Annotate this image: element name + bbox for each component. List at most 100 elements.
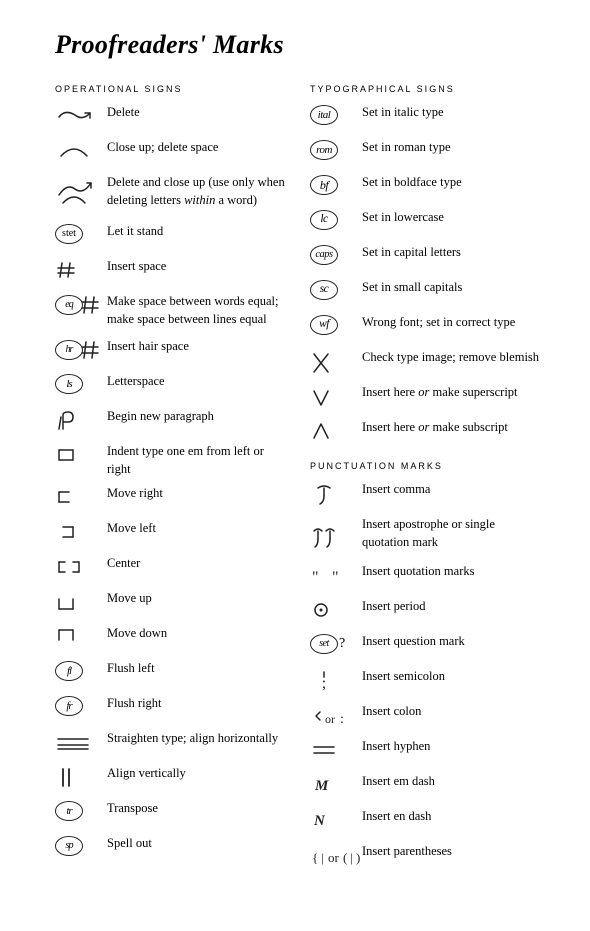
- bf-symbol: bf: [310, 174, 362, 195]
- checkx-label: Check type image; remove blemish: [362, 349, 539, 367]
- center-label: Center: [107, 555, 140, 573]
- period-label: Insert period: [362, 598, 426, 616]
- list-item: caps Set in capital letters: [310, 244, 545, 272]
- center-symbol: [55, 555, 107, 578]
- svg-text:(: (: [343, 850, 347, 865]
- list-item: Insert comma: [310, 481, 545, 509]
- flushright-symbol: fr: [55, 695, 107, 716]
- list-item: Indent type one em from left or right: [55, 443, 290, 478]
- list-item: Move right: [55, 485, 290, 513]
- ital-symbol: ital: [310, 104, 362, 125]
- delete-symbol: [55, 104, 107, 125]
- svg-text:): ): [356, 850, 360, 865]
- list-item: hr Insert hair space: [55, 338, 290, 366]
- fr-circle: fr: [55, 696, 83, 716]
- comma-symbol: [310, 481, 362, 508]
- list-item: Move down: [55, 625, 290, 653]
- question-circle: set: [310, 634, 338, 654]
- eqhash-label: Make space between words equal; make spa…: [107, 293, 290, 328]
- flushleft-label: Flush left: [107, 660, 155, 678]
- indent-symbol: [55, 443, 107, 466]
- list-item: bf Set in boldface type: [310, 174, 545, 202]
- straighten-label: Straighten type; align horizontally: [107, 730, 278, 748]
- hr-circle: hr: [55, 340, 83, 360]
- rom-label: Set in roman type: [362, 139, 451, 157]
- caps-label: Set in capital letters: [362, 244, 461, 262]
- punctuation-header: Punctuation Marks: [310, 461, 545, 471]
- moveright-label: Move right: [107, 485, 163, 503]
- transpose-symbol: tr: [55, 800, 107, 821]
- semicolon-symbol: ;: [310, 668, 362, 695]
- hash-symbol: [55, 258, 107, 281]
- bf-label: Set in boldface type: [362, 174, 462, 192]
- list-item: Delete and close up (use only when delet…: [55, 174, 290, 216]
- wf-symbol: wf: [310, 314, 362, 335]
- rom-circle: rom: [310, 140, 338, 160]
- spellout-label: Spell out: [107, 835, 152, 853]
- list-item: stet Let it stand: [55, 223, 290, 251]
- caps-circle: caps: [310, 245, 338, 265]
- wf-circle: wf: [310, 315, 338, 335]
- moveleft-label: Move left: [107, 520, 156, 538]
- subscript-label: Insert here or make subscript: [362, 419, 508, 437]
- page: Proofreaders' Marks Operational Signs De…: [0, 0, 590, 931]
- list-item: N Insert en dash: [310, 808, 545, 836]
- list-item: rom Set in roman type: [310, 139, 545, 167]
- list-item: Close up; delete space: [55, 139, 290, 167]
- emdash-label: Insert em dash: [362, 773, 435, 791]
- list-item: { | or ( | ) Insert parentheses: [310, 843, 545, 871]
- quotmarks-symbol: " ": [310, 563, 362, 590]
- ital-label: Set in italic type: [362, 104, 444, 122]
- para-symbol: [55, 408, 107, 433]
- list-item: fr Flush right: [55, 695, 290, 723]
- list-item: ls Letterspace: [55, 373, 290, 401]
- moveup-label: Move up: [107, 590, 152, 608]
- list-item: M Insert em dash: [310, 773, 545, 801]
- svg-text:|: |: [350, 850, 353, 865]
- quotmarks-label: Insert quotation marks: [362, 563, 474, 581]
- parens-label: Insert parentheses: [362, 843, 452, 861]
- endash-symbol: N: [310, 808, 362, 831]
- moveleft-symbol: [55, 520, 107, 543]
- lc-circle: lc: [310, 210, 338, 230]
- hrhash-symbol: hr: [55, 338, 107, 361]
- semicolon-label: Insert semicolon: [362, 668, 445, 686]
- list-item: Insert space: [55, 258, 290, 286]
- list-item: Insert here or make subscript: [310, 419, 545, 447]
- ls-symbol: ls: [55, 373, 107, 394]
- list-item: Insert hyphen: [310, 738, 545, 766]
- list-item: Check type image; remove blemish: [310, 349, 545, 377]
- svg-text:{: {: [312, 850, 318, 865]
- alignvert-symbol: [55, 765, 107, 788]
- question-symbol: set ?: [310, 633, 362, 654]
- lc-symbol: lc: [310, 209, 362, 230]
- question-label: Insert question mark: [362, 633, 465, 651]
- svg-text:": ": [312, 569, 319, 586]
- subscript-symbol: [310, 419, 362, 446]
- sc-circle: sc: [310, 280, 338, 300]
- list-item: sc Set in small capitals: [310, 279, 545, 307]
- list-item: ital Set in italic type: [310, 104, 545, 132]
- bf-circle: bf: [310, 175, 338, 195]
- rom-symbol: rom: [310, 139, 362, 160]
- flushright-label: Flush right: [107, 695, 162, 713]
- sp-circle: sp: [55, 836, 83, 856]
- list-item: wf Wrong font; set in correct type: [310, 314, 545, 342]
- spellout-symbol: sp: [55, 835, 107, 856]
- moveright-symbol: [55, 485, 107, 508]
- list-item: " " Insert quotation marks: [310, 563, 545, 591]
- punctuation-section: Punctuation Marks Insert comma: [310, 461, 545, 871]
- list-item: Center: [55, 555, 290, 583]
- deleteclose-symbol: [55, 174, 107, 213]
- para-label: Begin new paragraph: [107, 408, 214, 426]
- colon-symbol: or :: [310, 703, 362, 730]
- operational-header: Operational Signs: [55, 84, 290, 94]
- movedown-symbol: [55, 625, 107, 648]
- list-item: Straighten type; align horizontally: [55, 730, 290, 758]
- stet-circle: stet: [55, 224, 83, 244]
- transpose-label: Transpose: [107, 800, 158, 818]
- list-item: Align vertically: [55, 765, 290, 793]
- deleteclose-label: Delete and close up (use only when delet…: [107, 174, 290, 209]
- content-columns: Operational Signs Delete Clo: [55, 82, 545, 878]
- alignvert-label: Align vertically: [107, 765, 186, 783]
